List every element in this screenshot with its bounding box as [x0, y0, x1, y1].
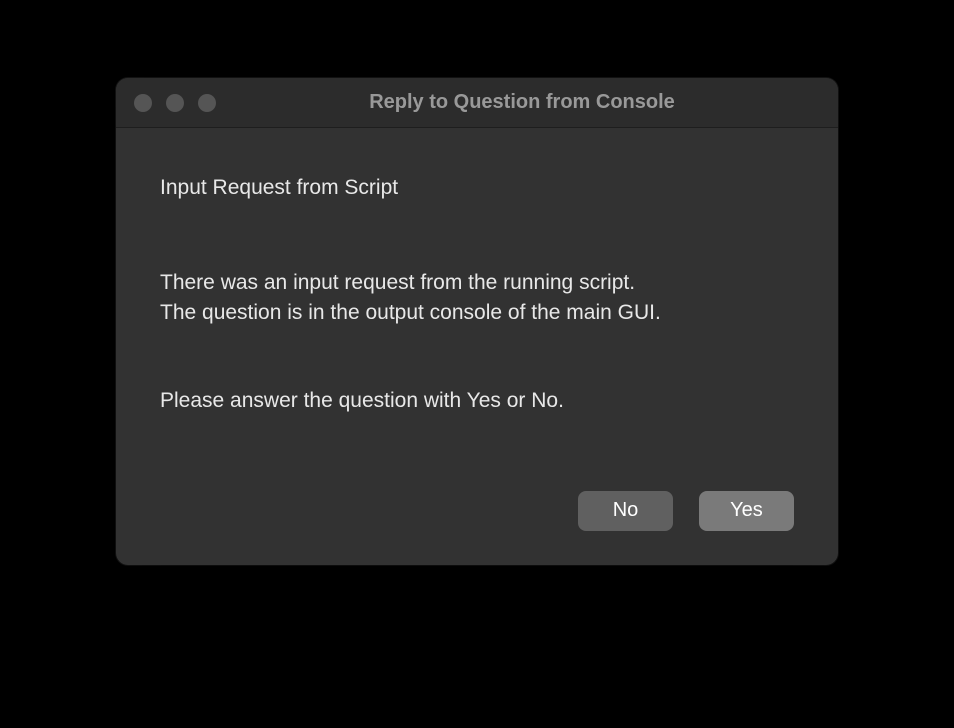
window-title: Reply to Question from Console: [116, 91, 838, 114]
no-button[interactable]: No: [578, 491, 673, 531]
dialog-heading: Input Request from Script: [160, 176, 794, 200]
body-line-1: There was an input request from the runn…: [160, 268, 794, 298]
titlebar: Reply to Question from Console: [116, 78, 838, 128]
dialog-body: There was an input request from the runn…: [160, 268, 794, 329]
dialog-window: Reply to Question from Console Input Req…: [116, 78, 838, 565]
dialog-instruction: Please answer the question with Yes or N…: [160, 389, 794, 413]
body-line-2: The question is in the output console of…: [160, 298, 794, 328]
yes-button[interactable]: Yes: [699, 491, 794, 531]
traffic-lights: [134, 94, 216, 112]
dialog-content: Input Request from Script There was an i…: [116, 128, 838, 565]
button-row: No Yes: [160, 491, 794, 531]
minimize-icon[interactable]: [166, 94, 184, 112]
maximize-icon[interactable]: [198, 94, 216, 112]
close-icon[interactable]: [134, 94, 152, 112]
